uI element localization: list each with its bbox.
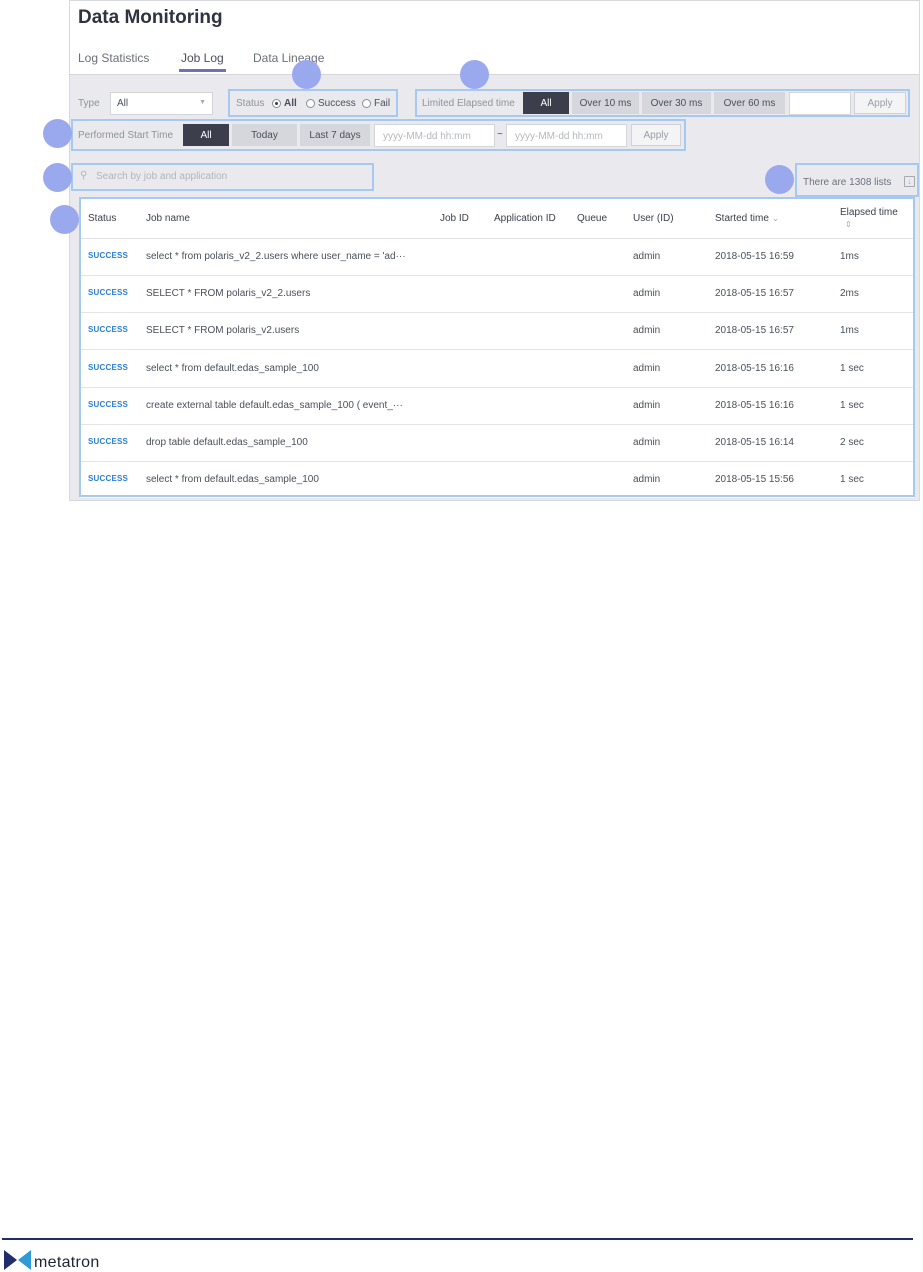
metatron-logo-icon [4,1250,31,1270]
callout-marker [292,60,321,89]
tab-log-statistics[interactable]: Log Statistics [78,51,149,65]
type-select-value: All [117,98,129,109]
callout-marker [50,205,79,234]
start-time-highlight-box [71,119,686,151]
footer-divider [2,1238,913,1240]
page-header: Data Monitoring Log Statistics Job Log D… [70,1,919,75]
page-title: Data Monitoring [78,7,223,28]
screenshot-panel: Data Monitoring Log Statistics Job Log D… [69,0,920,501]
callout-marker [765,165,794,194]
elapsed-highlight-box [415,89,910,117]
callout-marker [43,163,72,192]
chevron-down-icon: ▼ [199,99,206,106]
type-select[interactable]: All ▼ [110,92,213,115]
search-highlight-box [71,163,374,191]
list-count-highlight-box [795,163,919,197]
brand-name: metatron [34,1254,100,1271]
status-highlight-box [228,89,398,117]
table-highlight-box [79,197,915,497]
callout-marker [43,119,72,148]
callout-marker [460,60,489,89]
type-label: Type [78,98,100,109]
tab-job-log[interactable]: Job Log [179,51,226,72]
